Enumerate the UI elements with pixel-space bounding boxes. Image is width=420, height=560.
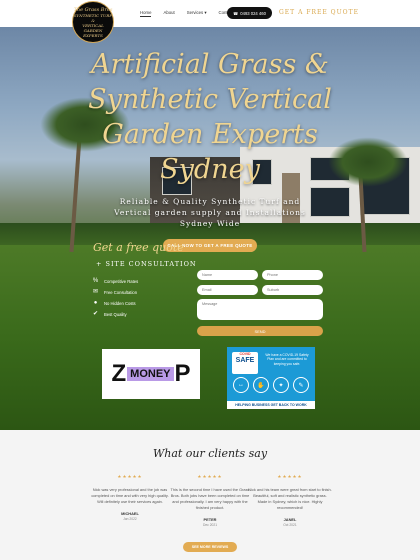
- logo-line-4: EXPERTS: [83, 32, 103, 38]
- review-date: Jan 2022: [123, 517, 137, 521]
- feature-item: % Competitive Rates: [92, 278, 138, 285]
- review-card: ★★★★★ Nick was very professional and the…: [88, 474, 172, 521]
- review-author: MICHAEL: [121, 511, 139, 516]
- review-text: Nick was very professional and the job w…: [91, 487, 169, 504]
- covid-footer: HELPING BUSINESS GET BACK TO WORK: [227, 401, 315, 409]
- form-subtitle: + SITE CONSULTATION: [96, 260, 197, 268]
- nav-services[interactable]: Services ▾: [187, 10, 207, 17]
- nav-home[interactable]: Home: [140, 10, 152, 17]
- clean-icon: ✦: [273, 377, 289, 393]
- review-card: ★★★★★ This is the second time I have use…: [168, 474, 252, 527]
- distance-icon: ↔: [233, 377, 249, 393]
- hero-title-line: Garden Experts: [102, 119, 318, 150]
- logo-line-3: VERTICAL GARDEN: [82, 22, 104, 33]
- zmoney-money: MONEY: [127, 367, 174, 381]
- review-author: JANEL: [283, 517, 297, 522]
- nav-about[interactable]: About: [163, 10, 174, 17]
- hero-subtitle: Reliable & Quality Synthetic Turf and Ve…: [114, 197, 306, 228]
- percent-icon: %: [92, 278, 99, 284]
- review-text: This is the second time I have used the …: [170, 487, 250, 510]
- free-quote-link[interactable]: GET A FREE QUOTE: [279, 9, 359, 16]
- logo-line-2: SYNTHETIC TURF &: [73, 12, 113, 23]
- hero-title-line: Synthetic Vertical: [88, 84, 332, 115]
- star-rating-icon: ★★★★★: [117, 474, 143, 479]
- chat-icon: ✉: [92, 289, 99, 295]
- covid-icons: ↔ ✋ ✦ ✎: [233, 377, 309, 393]
- form-title: Get a free quote: [93, 241, 184, 254]
- message-input[interactable]: [197, 299, 323, 320]
- review-text: Nick and his team were great from start …: [248, 487, 332, 510]
- phone-input[interactable]: [262, 270, 323, 280]
- name-input[interactable]: [197, 270, 258, 280]
- review-date: Dec 2021: [202, 523, 218, 527]
- feature-item: ● No Hidden Costs: [92, 300, 136, 307]
- star-rating-icon: ★★★★★: [197, 474, 223, 479]
- zmoney-z: Z: [111, 360, 127, 387]
- zmoney-logo: Z MONEY P: [102, 349, 200, 399]
- phone-icon: ☎: [233, 10, 239, 16]
- star-rating-icon: ★★★★★: [277, 474, 303, 479]
- hero-title-line: Sydney: [160, 154, 260, 185]
- person-icon: ●: [93, 300, 98, 306]
- review-card: ★★★★★ Nick and his team were great from …: [248, 474, 332, 527]
- feature-label: No Hidden Costs: [104, 301, 136, 306]
- email-input[interactable]: [197, 285, 258, 295]
- phone-button[interactable]: ☎ 0493 024 460: [227, 7, 272, 19]
- feature-item: ✉ Free Consultation: [92, 289, 137, 296]
- feature-item: ✔ Best Quality: [92, 311, 127, 318]
- phone-number: 0493 024 460: [240, 10, 266, 16]
- feature-label: Free Consultation: [104, 290, 138, 295]
- hygiene-icon: ✋: [253, 377, 269, 393]
- covid-badge-logo: COVID SAFE: [232, 352, 258, 374]
- hero-title: Artificial Grass & Synthetic Vertical Ga…: [0, 47, 420, 187]
- covid-safe-badge: COVID SAFE We have a COVID-19 Safety Pla…: [227, 347, 315, 409]
- hero-title-line: Artificial Grass &: [91, 49, 329, 80]
- see-more-reviews-button[interactable]: SEE MORE REVIEWS: [183, 542, 237, 552]
- covid-text: We have a COVID-19 Safety Plan and are c…: [265, 353, 309, 366]
- house-window: [310, 187, 350, 217]
- review-date: Oct 2021: [283, 523, 297, 527]
- covid-badge-main: SAFE: [235, 357, 255, 364]
- feature-label: Competitive Rates: [104, 279, 139, 284]
- suburb-input[interactable]: [262, 285, 323, 295]
- hero-section: Artificial Grass & Synthetic Vertical Ga…: [0, 27, 420, 430]
- reviews-title: What our clients say: [152, 447, 268, 460]
- logo[interactable]: The Grass Bros SYNTHETIC TURF & VERTICAL…: [72, 1, 114, 43]
- zmoney-p: P: [174, 360, 191, 387]
- review-author: PETER: [203, 517, 217, 522]
- feature-label: Best Quality: [104, 312, 127, 317]
- send-button[interactable]: SEND: [197, 326, 323, 336]
- check-icon: ✔: [92, 311, 99, 317]
- reviews-section: What our clients say ★★★★★ Nick was very…: [0, 430, 420, 560]
- site-header: The Grass Bros SYNTHETIC TURF & VERTICAL…: [0, 0, 420, 43]
- record-icon: ✎: [293, 377, 309, 393]
- covid-badge-top: COVID: [239, 352, 251, 356]
